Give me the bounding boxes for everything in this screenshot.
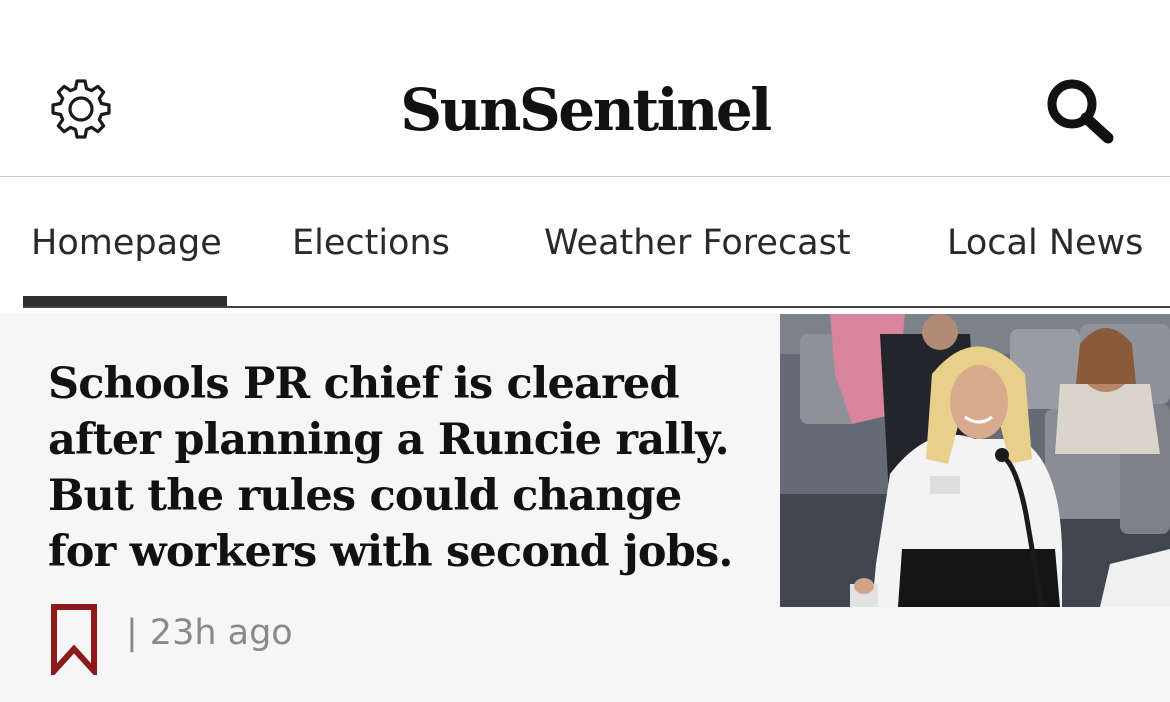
- tab-local-news[interactable]: Local News: [947, 218, 1143, 268]
- story-meta: | 23h ago: [126, 610, 293, 656]
- tab-weather-forecast[interactable]: Weather Forecast: [544, 218, 851, 268]
- tabs-divider: [23, 306, 1170, 308]
- meeting-photo: [780, 314, 1170, 607]
- meta-separator: |: [126, 613, 138, 653]
- section-tabs: Homepage Elections Weather Forecast Loca…: [0, 178, 1170, 309]
- app-header: SunSentinel: [0, 0, 1170, 177]
- search-icon[interactable]: [1042, 74, 1116, 146]
- bookmark-icon[interactable]: [50, 603, 98, 675]
- story-card[interactable]: Schools PR chief is cleared after planni…: [0, 314, 1170, 702]
- tab-homepage[interactable]: Homepage: [31, 218, 222, 268]
- story-headline[interactable]: Schools PR chief is cleared after planni…: [48, 356, 758, 580]
- site-logo[interactable]: SunSentinel: [0, 72, 1170, 148]
- story-timestamp: 23h ago: [149, 613, 293, 653]
- story-thumbnail[interactable]: [780, 314, 1170, 607]
- tab-elections[interactable]: Elections: [292, 218, 450, 268]
